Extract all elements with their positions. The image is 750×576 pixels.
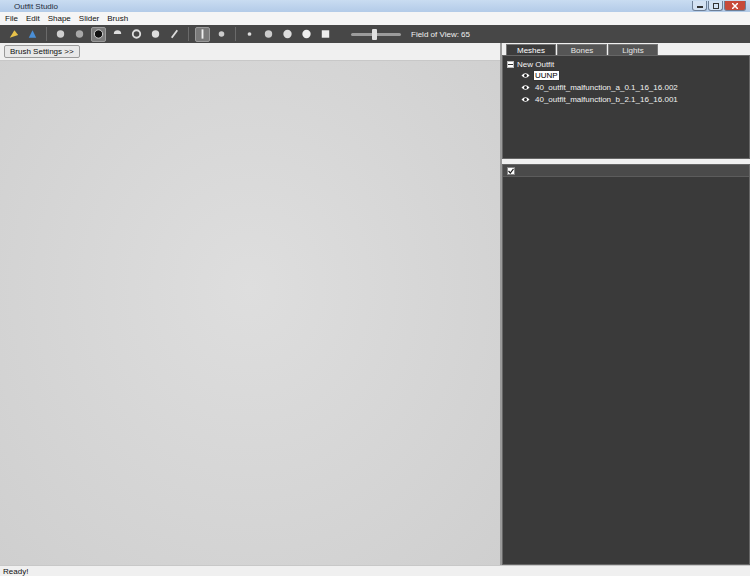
slider-knob[interactable] — [372, 29, 377, 40]
tool-button[interactable] — [72, 27, 87, 42]
close-icon — [732, 3, 738, 9]
tool-button[interactable] — [53, 27, 68, 42]
tool-icon — [319, 27, 332, 41]
tool-button[interactable] — [25, 27, 40, 42]
tool-button[interactable] — [280, 27, 295, 42]
tree-item-label: UUNP — [533, 70, 560, 81]
tool-icon — [149, 27, 162, 41]
tree-item-label: 40_outfit_malfunction_a_0.1_16_16.002 — [533, 82, 680, 93]
tool-icon — [54, 27, 67, 41]
tree-item[interactable]: 40_outfit_malfunction_a_0.1_16_16.002 — [507, 82, 745, 93]
tool-button[interactable] — [148, 27, 163, 42]
tab[interactable]: Lights — [608, 44, 658, 55]
tool-icon — [300, 27, 313, 41]
maximize-icon — [713, 3, 719, 9]
tab-row: MeshesBonesLights — [502, 43, 750, 55]
tree-item[interactable]: UUNP — [507, 70, 745, 81]
tool-icon — [168, 27, 181, 41]
brush-settings-button[interactable]: Brush Settings >> — [4, 45, 80, 58]
properties-panel — [502, 164, 750, 565]
toolbar-separator — [235, 27, 236, 41]
tool-icon — [92, 27, 105, 41]
title-bar: Outfit Studio — [0, 0, 750, 12]
toolbar-separator — [46, 27, 47, 41]
collapse-icon — [508, 62, 513, 67]
eye-icon[interactable] — [521, 72, 530, 79]
tab[interactable]: Bones — [557, 44, 607, 55]
tool-button[interactable] — [261, 27, 276, 42]
tool-icon — [26, 27, 39, 41]
main-area: Brush Settings >>MeshesBonesLightsNew Ou… — [0, 43, 750, 565]
brush-settings-row: Brush Settings >> — [0, 43, 500, 61]
left-pane: Brush Settings >> — [0, 43, 500, 565]
status-text: Ready! — [3, 567, 28, 576]
tree-item[interactable]: 40_outfit_malfunction_b_2.1_16_16.001 — [507, 94, 745, 105]
tool-icon — [130, 27, 143, 41]
menu-item[interactable]: Slider — [78, 14, 100, 23]
check-icon — [508, 168, 514, 174]
tool-icon — [7, 27, 20, 41]
tool-button[interactable] — [91, 27, 106, 42]
tool-button[interactable] — [242, 27, 257, 42]
checkbox[interactable] — [507, 167, 515, 175]
maximize-button[interactable] — [708, 1, 723, 11]
tool-icon — [196, 27, 209, 41]
toolbar-separator — [188, 27, 189, 41]
tool-button[interactable] — [6, 27, 21, 42]
tool-button[interactable] — [299, 27, 314, 42]
tool-icon — [243, 27, 256, 41]
toolbar: Field of View: 65 — [0, 25, 750, 43]
eye-icon[interactable] — [521, 96, 530, 103]
menu-item[interactable]: Brush — [106, 14, 129, 23]
field-of-view-label: Field of View: 65 — [411, 30, 470, 39]
properties-header — [503, 165, 749, 177]
window-buttons — [692, 1, 746, 11]
tool-icon — [215, 27, 228, 41]
status-bar: Ready! — [0, 565, 750, 576]
tool-button[interactable] — [110, 27, 125, 42]
tree-root-label: New Outfit — [517, 60, 554, 69]
tool-icon — [262, 27, 275, 41]
3d-viewport[interactable] — [0, 61, 500, 565]
tool-button[interactable] — [318, 27, 333, 42]
menu-bar: File Edit Shape Slider Brush — [0, 12, 750, 25]
tree-item-label: 40_outfit_malfunction_b_2.1_16_16.001 — [533, 94, 680, 105]
tool-icon — [73, 27, 86, 41]
close-button[interactable] — [724, 1, 746, 11]
tool-icon — [281, 27, 294, 41]
tab[interactable]: Meshes — [506, 44, 556, 55]
tool-button[interactable] — [167, 27, 182, 42]
minimize-icon — [697, 4, 703, 8]
menu-item[interactable]: Edit — [25, 14, 41, 23]
outfit-studio-window: Outfit Studio File Edit Shape Slider Brush Fie… — [0, 0, 750, 576]
tree-root[interactable]: New Outfit — [507, 59, 745, 69]
minimize-button[interactable] — [692, 1, 707, 11]
tool-button[interactable] — [129, 27, 144, 42]
tool-button[interactable] — [214, 27, 229, 42]
menu-item[interactable]: File — [4, 14, 19, 23]
mesh-tree: New OutfitUUNP40_outfit_malfunction_a_0.… — [502, 55, 750, 159]
tool-icon — [111, 27, 124, 41]
window-title: Outfit Studio — [14, 2, 58, 11]
field-of-view-slider[interactable] — [351, 33, 401, 36]
menu-item[interactable]: Shape — [47, 14, 72, 23]
tool-button[interactable] — [195, 27, 210, 42]
expand-box[interactable] — [507, 61, 514, 68]
eye-icon[interactable] — [521, 84, 530, 91]
right-pane: MeshesBonesLightsNew OutfitUUNP40_outfit… — [502, 43, 750, 565]
